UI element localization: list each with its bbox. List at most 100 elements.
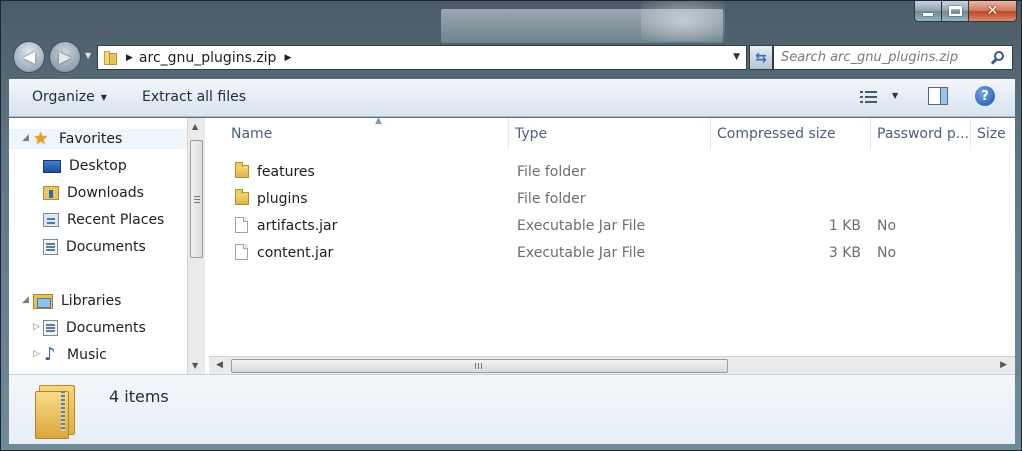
column-size-label: Size (977, 126, 1006, 142)
nav-item-downloads[interactable]: Downloads (43, 183, 144, 203)
file-row-plugins[interactable]: plugins File folder (209, 186, 1015, 212)
help-icon[interactable]: ? (975, 86, 995, 106)
item-count: 4 items (109, 387, 169, 406)
maximize-button[interactable] (942, 1, 969, 22)
change-view-icon[interactable] (859, 88, 879, 106)
libraries-icon (33, 293, 53, 309)
file-type: File folder (517, 164, 586, 180)
nav-item-desktop[interactable]: Desktop (43, 156, 127, 176)
column-header-password[interactable]: Password p... (871, 118, 971, 150)
file-type: Executable Jar File (517, 245, 646, 261)
nav-item-label: Recent Places (67, 212, 165, 228)
file-list-horizontal-scrollbar[interactable]: ◀ ▶ (209, 356, 1015, 374)
address-history-dropdown[interactable]: ▼ (733, 52, 740, 62)
file-name: plugins (257, 191, 308, 207)
zip-folder-large-icon (35, 381, 81, 439)
collapse-arrow-icon[interactable]: ◢ (22, 133, 29, 143)
view-options-dropdown[interactable]: ▼ (892, 91, 898, 100)
address-bar[interactable]: ▶ arc_gnu_plugins.zip ▶ ▼ (97, 45, 747, 70)
file-compressed-size: 1 KB (828, 218, 861, 234)
nav-favorites[interactable]: ★ Favorites (9, 129, 187, 149)
column-header-name[interactable]: Name ▲ (225, 116, 509, 150)
file-type: File folder (517, 191, 586, 207)
folder-icon (235, 162, 249, 178)
file-password: No (877, 218, 897, 234)
sort-ascending-icon: ▲ (375, 116, 382, 126)
vertical-scroll-thumb[interactable] (190, 140, 203, 258)
breadcrumb-separator-icon[interactable]: ▶ (126, 53, 133, 63)
close-button[interactable]: ✕ (969, 1, 1017, 22)
forward-button[interactable]: ▶ (49, 41, 81, 73)
arrow-left-icon: ◀ (22, 47, 36, 66)
nav-item-documents[interactable]: Documents (43, 237, 146, 257)
minimize-button[interactable] (914, 1, 942, 22)
column-compressed-size-label: Compressed size (717, 126, 836, 142)
details-pane: 4 items (9, 374, 1015, 444)
command-bar: Organize ▼ Extract all files ▼ ? (9, 79, 1015, 117)
preview-pane-icon[interactable] (928, 87, 948, 105)
search-box[interactable] (773, 45, 1013, 70)
background-glass-highlight (641, 1, 725, 41)
arrow-right-icon: ▶ (58, 47, 72, 66)
back-button[interactable]: ◀ (13, 41, 45, 73)
scroll-down-arrow-icon[interactable]: ▼ (192, 361, 198, 370)
nav-item-music[interactable]: Music (43, 344, 107, 365)
file-row-features[interactable]: features File folder (209, 159, 1015, 185)
folder-icon (235, 189, 249, 205)
file-password: No (877, 245, 897, 261)
search-icon[interactable] (990, 50, 1006, 66)
refresh-icon: ⇆ (755, 49, 767, 66)
file-name: content.jar (257, 245, 334, 261)
file-row-content-jar[interactable]: content.jar Executable Jar File 3 KB No (209, 240, 1015, 266)
column-type-label: Type (515, 126, 548, 142)
zip-folder-icon (104, 50, 118, 66)
breadcrumb-separator-icon[interactable]: ▶ (284, 53, 291, 63)
nav-item-label: Desktop (69, 158, 127, 174)
column-name-label: Name (231, 126, 273, 142)
recent-places-icon (43, 213, 59, 227)
extract-all-button[interactable]: Extract all files (142, 89, 246, 105)
horizontal-scroll-thumb[interactable] (231, 359, 728, 373)
music-icon (43, 344, 59, 365)
expand-arrow-icon[interactable]: ▷ (33, 322, 40, 332)
nav-libraries[interactable]: Libraries (33, 291, 121, 311)
nav-item-label: Downloads (67, 185, 144, 201)
nav-item-label: Documents (66, 239, 146, 255)
expand-arrow-icon[interactable]: ▷ (33, 349, 40, 359)
nav-item-library-documents[interactable]: Documents (43, 318, 146, 338)
scroll-right-arrow-icon[interactable]: ▶ (1000, 360, 1007, 370)
navigation-pane: ★ Favorites ◢ Desktop Downloads Recent P… (9, 118, 187, 374)
scroll-left-arrow-icon[interactable]: ◀ (216, 360, 223, 370)
file-icon (235, 244, 248, 260)
documents-icon (43, 320, 58, 336)
organize-label: Organize (32, 89, 95, 105)
nav-item-label: Documents (66, 320, 146, 336)
star-icon: ★ (33, 129, 49, 149)
nav-libraries-label: Libraries (61, 293, 122, 309)
file-list: Name ▲ Type Compressed size Password p..… (209, 116, 1015, 374)
caption-buttons: ✕ (914, 1, 1017, 22)
explorer-window: ✕ ◀ ▶ ▼ ▶ arc_gnu_plugins.zip ▶ ▼ ⇆ Orga… (0, 0, 1022, 451)
maximize-icon (948, 6, 962, 16)
navigation-row: ◀ ▶ ▼ ▶ arc_gnu_plugins.zip ▶ ▼ ⇆ (11, 41, 1015, 73)
file-row-artifacts-jar[interactable]: artifacts.jar Executable Jar File 1 KB N… (209, 213, 1015, 239)
nav-item-label: Music (67, 347, 107, 363)
refresh-button[interactable]: ⇆ (749, 45, 773, 70)
organize-button[interactable]: Organize ▼ (32, 89, 107, 105)
nav-item-recent-places[interactable]: Recent Places (43, 210, 164, 230)
column-header-compressed-size[interactable]: Compressed size (711, 118, 871, 150)
file-compressed-size: 3 KB (828, 245, 861, 261)
close-icon: ✕ (986, 3, 999, 19)
recent-pages-dropdown[interactable]: ▼ (85, 51, 91, 60)
column-header-type[interactable]: Type (509, 118, 711, 150)
search-input[interactable] (781, 50, 981, 65)
scroll-up-arrow-icon[interactable]: ▲ (192, 122, 198, 131)
column-password-label: Password p... (877, 126, 970, 142)
column-header-size[interactable]: Size (971, 118, 1015, 150)
breadcrumb-zip[interactable]: arc_gnu_plugins.zip (139, 50, 277, 66)
collapse-arrow-icon[interactable]: ◢ (22, 295, 29, 305)
desktop-icon (43, 160, 61, 173)
nav-pane-vertical-scrollbar[interactable]: ▲ ▼ (187, 118, 205, 374)
nav-favorites-label: Favorites (59, 131, 123, 147)
documents-icon (43, 239, 58, 255)
